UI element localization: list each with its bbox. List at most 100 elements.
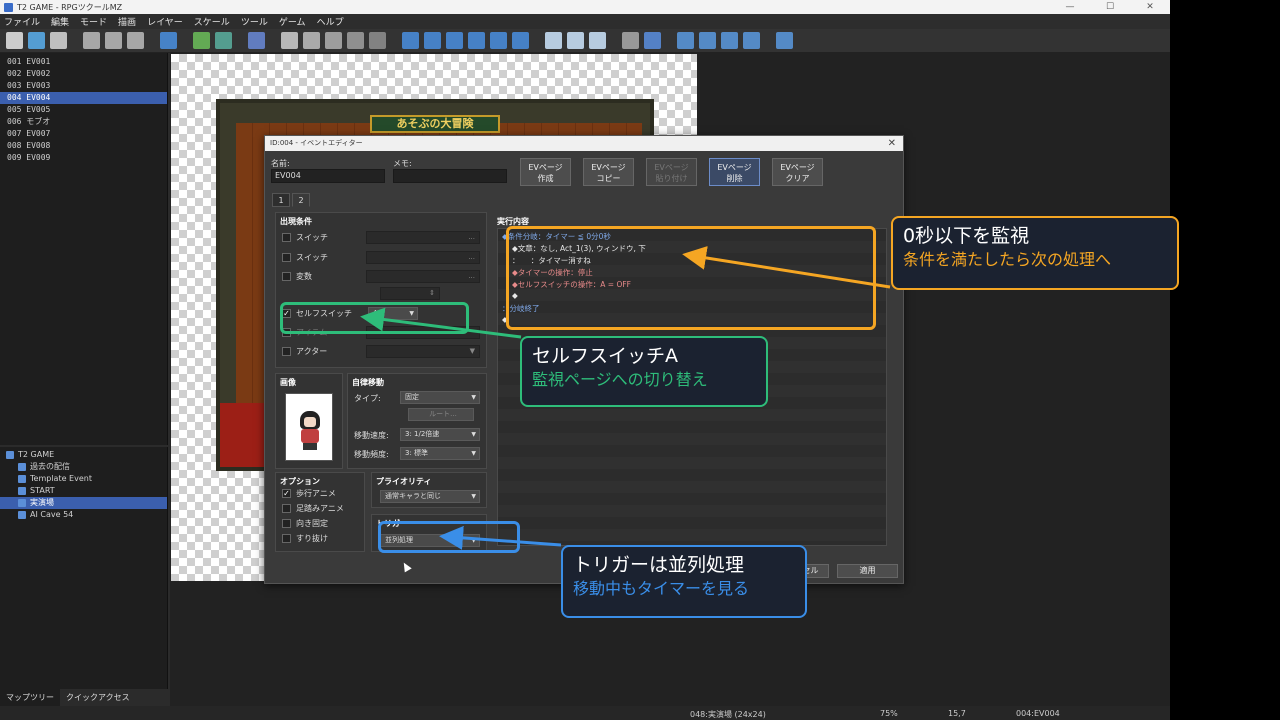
menu-bar: ファイル 編集 モード 描画 レイヤー スケール ツール ゲーム ヘルプ [0,14,1170,29]
apply-button[interactable]: 適用 [837,564,898,578]
switch2-checkbox[interactable] [282,253,291,262]
minimize-button[interactable]: — [1050,2,1090,12]
close-window-button[interactable]: ✕ [1130,2,1170,12]
resource-icon[interactable] [699,32,716,49]
tab-map-tree[interactable]: マップツリー [0,689,60,706]
layer3-icon[interactable] [325,32,342,49]
tab-page-2[interactable]: 2 [292,193,310,207]
list-item[interactable]: 004 EV004 [0,92,167,104]
paste-icon[interactable] [127,32,144,49]
ellipse-icon[interactable] [468,32,485,49]
variable-checkbox[interactable] [282,272,291,281]
switch2-select[interactable]: ... [366,251,480,264]
menu-help[interactable]: ヘルプ [317,15,344,28]
page-copy-button[interactable]: EVページ コピー [583,158,634,186]
direction-fix-checkbox[interactable] [282,519,291,528]
eraser-icon[interactable] [424,32,441,49]
menu-scale[interactable]: スケール [194,15,230,28]
switch1-checkbox[interactable] [282,233,291,242]
list-item[interactable]: 005 EV005 [0,104,167,116]
layer5-icon[interactable] [369,32,386,49]
layer4-icon[interactable] [347,32,364,49]
switch1-select[interactable]: ... [366,231,480,244]
toolbar-separator [391,32,397,49]
options-title: オプション [280,477,320,486]
sound-icon[interactable] [677,32,694,49]
dialog-close-icon[interactable]: ✕ [888,136,896,151]
playtest-icon[interactable] [776,32,793,49]
copy-icon[interactable] [105,32,122,49]
layer1-icon[interactable] [281,32,298,49]
search-icon[interactable] [721,32,738,49]
memo-label: メモ: [393,159,412,168]
tree-item[interactable]: T2 GAME [0,449,167,461]
event-mode-icon[interactable] [215,32,232,49]
list-item[interactable]: 003 EV003 [0,80,167,92]
tab-quick-access[interactable]: クイックアクセス [60,689,136,706]
stepping-anim-checkbox[interactable] [282,504,291,513]
variable-select[interactable]: ... [366,270,480,283]
menu-layer[interactable]: レイヤー [147,15,183,28]
name-input[interactable]: EV004 [271,169,385,183]
save-icon[interactable] [50,32,67,49]
priority-select[interactable]: 通常キャラと同じ ▼ [380,490,480,503]
zoom-out-icon[interactable] [567,32,584,49]
character-image[interactable] [285,393,333,461]
route-button[interactable]: ルート... [408,408,474,421]
menu-game[interactable]: ゲーム [279,15,306,28]
menu-tools[interactable]: ツール [241,15,268,28]
speed-select[interactable]: 3: 1/2倍速 ▼ [400,428,480,441]
left-panel-tabs: マップツリー クイックアクセス [0,689,168,706]
menu-draw[interactable]: 描画 [118,15,136,28]
menu-mode[interactable]: モード [80,15,107,28]
open-icon[interactable] [28,32,45,49]
new-icon[interactable] [6,32,23,49]
map-mode-icon[interactable] [193,32,210,49]
list-item[interactable]: 001 EV001 [0,56,167,68]
character-icon[interactable] [743,32,760,49]
actor-checkbox[interactable] [282,347,291,356]
cut-icon[interactable] [83,32,100,49]
rect-icon[interactable] [446,32,463,49]
layer2-icon[interactable] [303,32,320,49]
priority-panel: プライオリティ 通常キャラと同じ ▼ [371,472,487,508]
callout-trigger-sub: 移動中もタイマーを見る [573,579,750,598]
page-paste-button[interactable]: EVページ 貼り付け [646,158,697,186]
page-create-button[interactable]: EVページ 作成 [520,158,571,186]
tree-item[interactable]: START [0,485,167,497]
database-icon[interactable] [622,32,639,49]
fill-icon[interactable] [490,32,507,49]
tree-item[interactable]: 実演場 [0,497,167,509]
variable-value[interactable]: ⇕ [380,287,440,300]
tab-page-1[interactable]: 1 [272,193,290,207]
room-banner: あそぶの大冒険 [370,115,500,133]
memo-input[interactable] [393,169,507,183]
image-title: 画像 [280,378,296,387]
page-delete-button[interactable]: EVページ 削除 [709,158,760,186]
menu-edit[interactable]: 編集 [51,15,69,28]
list-item[interactable]: 009 EV009 [0,152,167,164]
tree-item[interactable]: 過去の配信 [0,461,167,473]
zoom-actual-icon[interactable] [589,32,606,49]
list-item[interactable]: 006 モブオ [0,116,167,128]
frequency-select[interactable]: 3: 標準 ▼ [400,447,480,460]
list-item[interactable]: 007 EV007 [0,128,167,140]
map-icon [18,475,26,483]
plugin-icon[interactable] [644,32,661,49]
zoom-in-icon[interactable] [545,32,562,49]
list-item[interactable]: 008 EV008 [0,140,167,152]
page-clear-button[interactable]: EVページ クリア [772,158,823,186]
list-item[interactable]: 002 EV002 [0,68,167,80]
tree-item[interactable]: Template Event [0,473,167,485]
undo-icon[interactable] [160,32,177,49]
menu-file[interactable]: ファイル [4,15,40,28]
walking-anim-checkbox[interactable]: ✓ [282,489,291,498]
pencil-icon[interactable] [402,32,419,49]
actor-select[interactable]: ▼ [366,345,480,358]
tree-item[interactable]: AI Cave 54 [0,509,167,521]
region-icon[interactable] [248,32,265,49]
maximize-button[interactable]: ☐ [1090,2,1130,12]
through-checkbox[interactable] [282,534,291,543]
shadow-pen-icon[interactable] [512,32,529,49]
type-select[interactable]: 固定 ▼ [400,391,480,404]
